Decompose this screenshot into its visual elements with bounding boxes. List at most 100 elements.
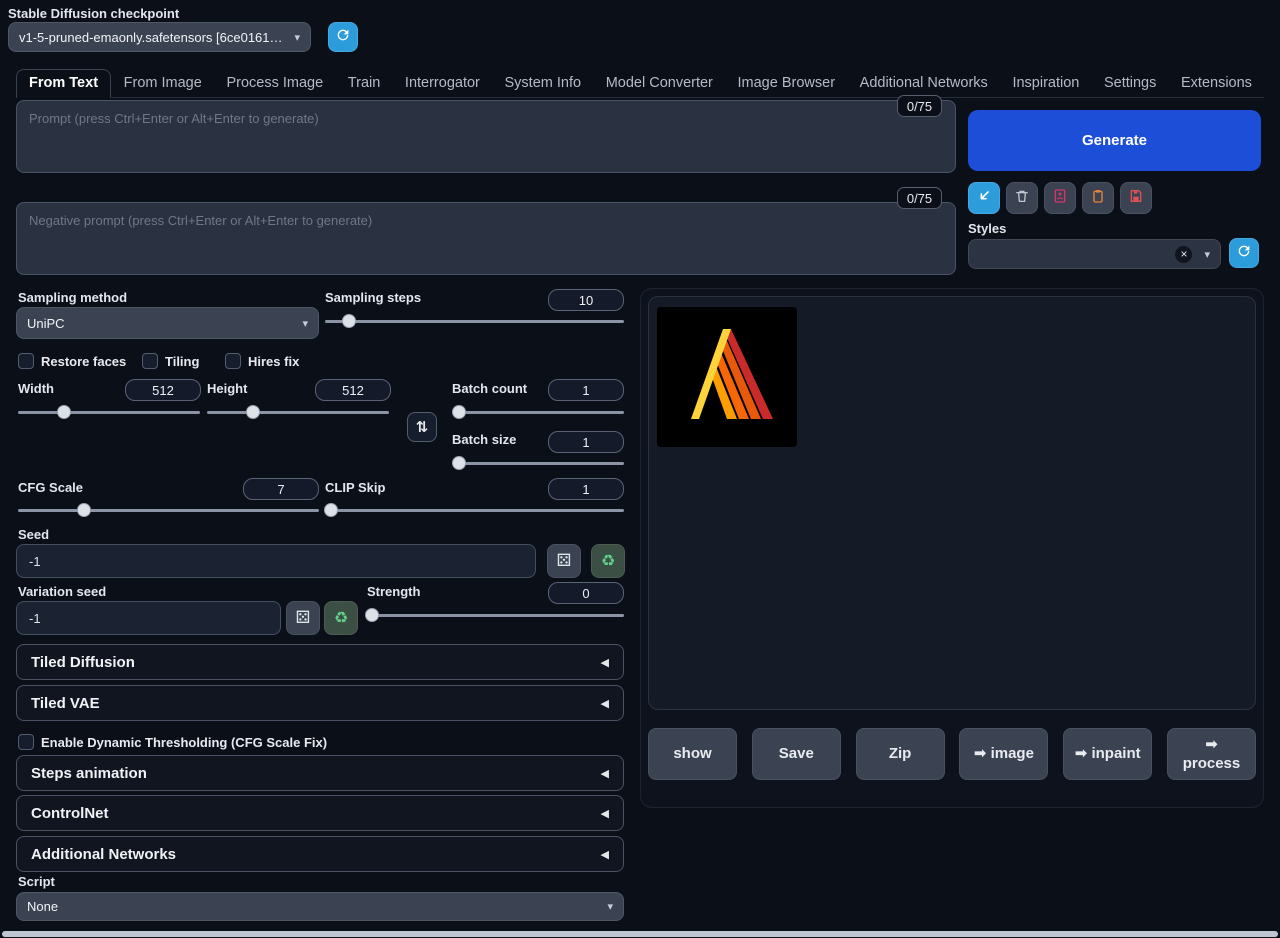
batch-size-slider[interactable] [452, 456, 624, 470]
width-slider[interactable] [18, 405, 200, 419]
slider-track [325, 320, 624, 323]
variation-seed-input[interactable] [16, 601, 281, 635]
strength-slider[interactable] [367, 608, 624, 622]
slider-thumb[interactable] [365, 608, 379, 622]
generated-image-thumbnail[interactable] [657, 307, 797, 447]
slider-thumb[interactable] [57, 405, 71, 419]
accordion-controlnet[interactable]: ControlNet ◀ [16, 795, 624, 831]
variation-seed-reuse-button[interactable]: ♻ [324, 601, 358, 635]
tab-image-browser[interactable]: Image Browser [726, 70, 848, 97]
restore-faces-checkbox[interactable] [18, 353, 34, 369]
accordion-title: Tiled VAE [31, 695, 100, 712]
generate-button[interactable]: Generate [968, 110, 1261, 171]
clip-skip-input[interactable] [548, 478, 624, 500]
slider-thumb[interactable] [452, 405, 466, 419]
height-input[interactable] [315, 379, 391, 401]
tab-inspiration[interactable]: Inspiration [1000, 70, 1091, 97]
accordion-title: Tiled Diffusion [31, 654, 135, 671]
tab-settings[interactable]: Settings [1092, 70, 1168, 97]
zip-button[interactable]: Zip [856, 728, 945, 780]
show-button[interactable]: show [648, 728, 737, 780]
tab-train[interactable]: Train [336, 70, 393, 97]
batch-size-input[interactable] [548, 431, 624, 453]
hires-fix-checkbox[interactable] [225, 353, 241, 369]
batch-count-slider[interactable] [452, 405, 624, 419]
tab-model-converter[interactable]: Model Converter [594, 70, 725, 97]
styles-label: Styles [968, 221, 1006, 236]
styles-select[interactable]: × ▾ [968, 239, 1221, 269]
checkpoint-value: v1-5-pruned-emaonly.safetensors [6ce0161… [19, 30, 286, 45]
chevron-down-icon: ▾ [607, 900, 613, 913]
paste-params-button[interactable] [968, 182, 1000, 214]
negative-prompt-input[interactable] [16, 202, 956, 275]
script-label: Script [18, 874, 55, 889]
extra-networks-button[interactable] [1044, 182, 1076, 214]
height-slider[interactable] [207, 405, 389, 419]
cfg-scale-input[interactable] [243, 478, 319, 500]
seed-random-button[interactable]: ⚄ [547, 544, 581, 578]
send-to-process-button[interactable]: ➡ process [1167, 728, 1256, 780]
tab-from-text[interactable]: From Text [16, 69, 111, 98]
strength-input[interactable] [548, 582, 624, 604]
clear-prompt-button[interactable] [1006, 182, 1038, 214]
sampling-method-select[interactable]: UniPC ▾ [16, 307, 319, 339]
accordion-tiled-diffusion[interactable]: Tiled Diffusion ◀ [16, 644, 624, 680]
swap-dimensions-button[interactable]: ⇅ [407, 412, 437, 442]
cfg-scale-slider[interactable] [18, 503, 319, 517]
send-to-inpaint-button[interactable]: ➡ inpaint [1063, 728, 1152, 780]
width-input[interactable] [125, 379, 201, 401]
accordion-steps-animation[interactable]: Steps animation ◀ [16, 755, 624, 791]
tiling-checkbox[interactable] [142, 353, 158, 369]
tab-extensions[interactable]: Extensions [1169, 70, 1264, 97]
save-button[interactable]: Save [752, 728, 841, 780]
restore-faces-label: Restore faces [41, 354, 126, 369]
accordion-additional-networks[interactable]: Additional Networks ◀ [16, 836, 624, 872]
chevron-down-icon: ▾ [302, 317, 308, 330]
chevron-down-icon: ▾ [1204, 248, 1210, 261]
slider-track [18, 411, 200, 414]
output-gallery [648, 296, 1256, 710]
slider-track [325, 509, 624, 512]
checkpoint-select[interactable]: v1-5-pruned-emaonly.safetensors [6ce0161… [8, 22, 311, 52]
slider-thumb[interactable] [246, 405, 260, 419]
tab-from-image[interactable]: From Image [112, 70, 214, 97]
variation-seed-random-button[interactable]: ⚄ [286, 601, 320, 635]
tab-process-image[interactable]: Process Image [214, 70, 335, 97]
generated-image [657, 434, 797, 447]
seed-label: Seed [18, 527, 49, 542]
slider-track [452, 411, 624, 414]
dice-icon: ⚄ [296, 608, 311, 628]
apply-style-button[interactable] [1082, 182, 1114, 214]
dynamic-thresholding-checkbox[interactable] [18, 734, 34, 750]
slider-thumb[interactable] [324, 503, 338, 517]
clear-styles-icon[interactable]: × [1175, 246, 1192, 263]
tab-additional-networks[interactable]: Additional Networks [848, 70, 1000, 97]
accordion-tiled-vae[interactable]: Tiled VAE ◀ [16, 685, 624, 721]
slider-thumb[interactable] [452, 456, 466, 470]
tab-system-info[interactable]: System Info [493, 70, 594, 97]
horizontal-scrollbar[interactable] [2, 931, 1278, 937]
clip-skip-slider[interactable] [325, 503, 624, 517]
collapse-arrow-icon: ◀ [601, 767, 609, 780]
script-select[interactable]: None ▾ [16, 892, 624, 921]
paste-arrow-icon [976, 188, 992, 209]
sampling-steps-input[interactable] [548, 289, 624, 311]
dynamic-thresholding-label: Enable Dynamic Thresholding (CFG Scale F… [41, 735, 327, 750]
seed-reuse-button[interactable]: ♻ [591, 544, 625, 578]
save-style-button[interactable] [1120, 182, 1152, 214]
seed-input[interactable] [16, 544, 536, 578]
collapse-arrow-icon: ◀ [601, 697, 609, 710]
batch-size-label: Batch size [452, 432, 516, 447]
send-to-image-button[interactable]: ➡ image [959, 728, 1048, 780]
checkpoint-refresh-button[interactable] [328, 22, 358, 52]
refresh-icon [335, 27, 351, 48]
slider-thumb[interactable] [77, 503, 91, 517]
prompt-input[interactable] [16, 100, 956, 173]
tab-interrogator[interactable]: Interrogator [393, 70, 492, 97]
batch-count-input[interactable] [548, 379, 624, 401]
slider-thumb[interactable] [342, 314, 356, 328]
trash-icon [1014, 188, 1030, 209]
sampling-steps-slider[interactable] [325, 314, 624, 328]
dice-icon: ⚄ [557, 551, 572, 571]
styles-refresh-button[interactable] [1229, 238, 1259, 268]
